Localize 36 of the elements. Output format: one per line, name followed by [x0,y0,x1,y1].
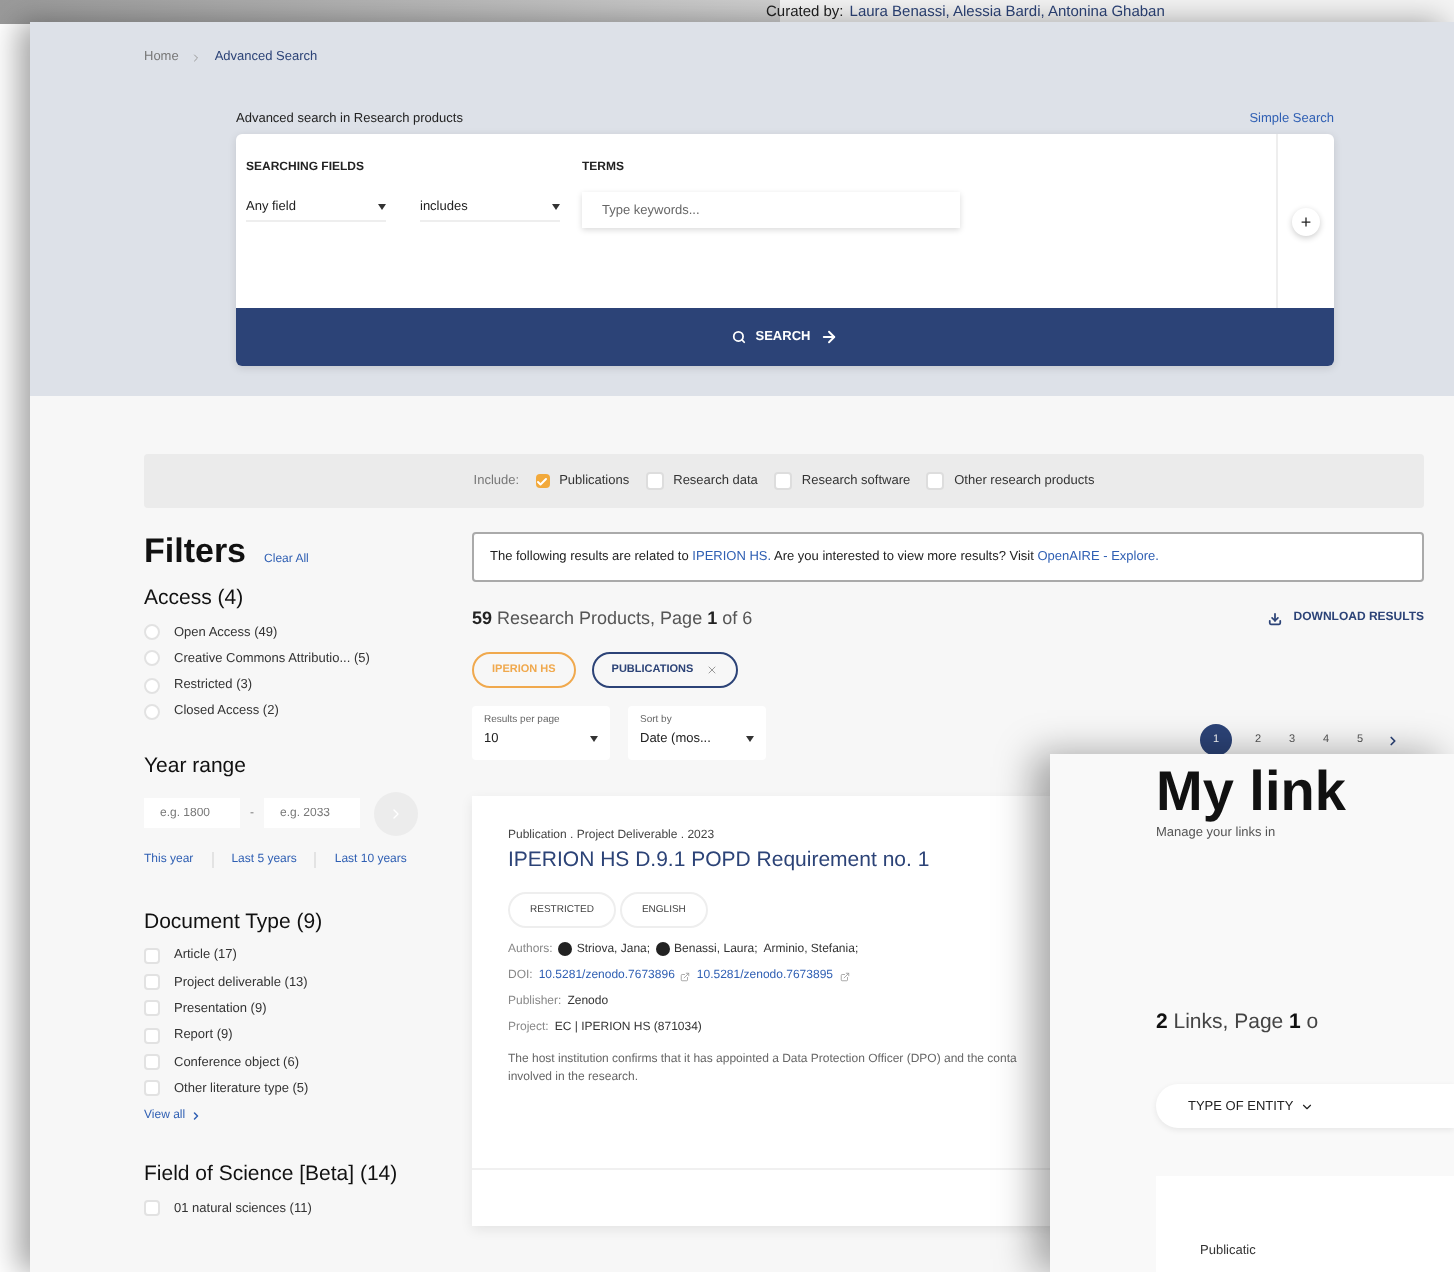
section-title: Year range [144,753,248,778]
checkbox[interactable] [144,947,160,964]
radio-button[interactable] [144,624,160,640]
caret-icon [378,203,386,209]
download-icon [1267,611,1282,625]
search-icon [731,330,746,344]
checkbox[interactable] [144,1080,160,1097]
results-summary: 59 Research Products, Page 1 of 6 [472,608,753,628]
links-summary: 2 Links, Page 1 o [1156,1010,1321,1034]
checkbox[interactable] [645,472,664,490]
chevron-right-icon [190,51,203,63]
close-icon[interactable] [705,664,718,676]
chevron-down-icon [1299,1099,1314,1113]
filters-title: Filters [144,532,247,572]
radio-button[interactable] [144,650,160,667]
checkbox[interactable] [926,472,945,490]
add-field-button[interactable]: + [1292,207,1320,235]
external-link-icon [839,971,849,981]
checkbox[interactable] [144,1054,160,1071]
checkbox[interactable] [144,1200,160,1217]
section-title: Document Type (9) [144,909,325,934]
radio-button[interactable] [144,703,160,720]
section-title: Access (4) [144,586,246,610]
radio-button[interactable] [144,677,160,694]
chevron-right-icon [189,1110,202,1123]
checkbox[interactable] [773,472,792,490]
checkbox[interactable] [144,1027,160,1044]
checkbox[interactable] [144,974,160,991]
links-title: My link [1156,762,1348,822]
section-title: Field of Science [Beta] (14) [144,1162,400,1187]
checkbox[interactable] [144,1000,160,1017]
caret-icon [552,203,560,209]
result-title-link[interactable]: IPERION HS D.9.1 POPD Requirement no. 1 [508,848,930,872]
arrow-right-icon [820,328,839,346]
next-page-icon[interactable] [1386,733,1400,747]
external-link-icon [680,971,691,981]
